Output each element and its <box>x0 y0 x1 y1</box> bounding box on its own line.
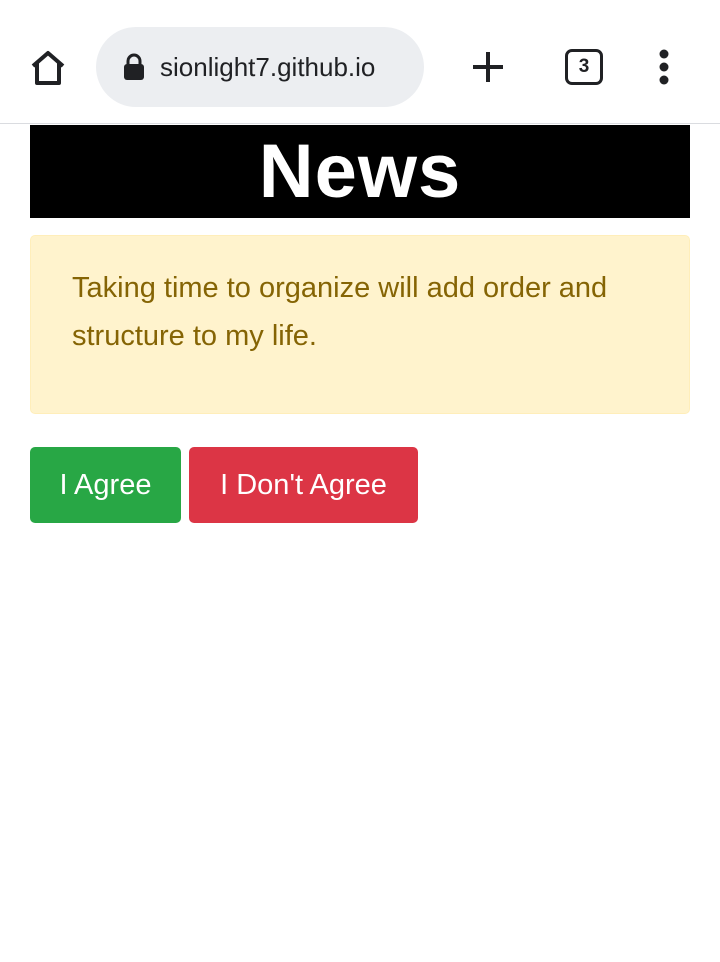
plus-icon <box>473 52 503 82</box>
tab-switcher-icon: 3 <box>565 49 603 85</box>
button-row: I Agree I Don't Agree <box>30 447 690 523</box>
more-vert-icon <box>659 49 669 85</box>
home-button[interactable] <box>22 42 74 94</box>
page-content: News Taking time to organize will add or… <box>30 125 690 523</box>
agree-button[interactable]: I Agree <box>30 447 181 523</box>
tab-count: 3 <box>578 56 590 77</box>
disagree-button[interactable]: I Don't Agree <box>189 447 418 523</box>
quote-text: Taking time to organize will add order a… <box>72 272 608 352</box>
more-menu-button[interactable] <box>642 42 686 92</box>
page-title: News <box>30 125 690 218</box>
new-tab-button[interactable] <box>463 42 513 92</box>
home-icon <box>31 51 65 85</box>
quote-alert: Taking time to organize will add order a… <box>30 235 690 414</box>
url-text[interactable]: sionlight7.github.io <box>160 27 414 107</box>
address-bar[interactable]: sionlight7.github.io <box>96 27 424 107</box>
browser-toolbar: sionlight7.github.io 3 <box>0 0 720 124</box>
lock-icon <box>124 53 144 80</box>
tab-switcher-button[interactable]: 3 <box>561 44 607 90</box>
